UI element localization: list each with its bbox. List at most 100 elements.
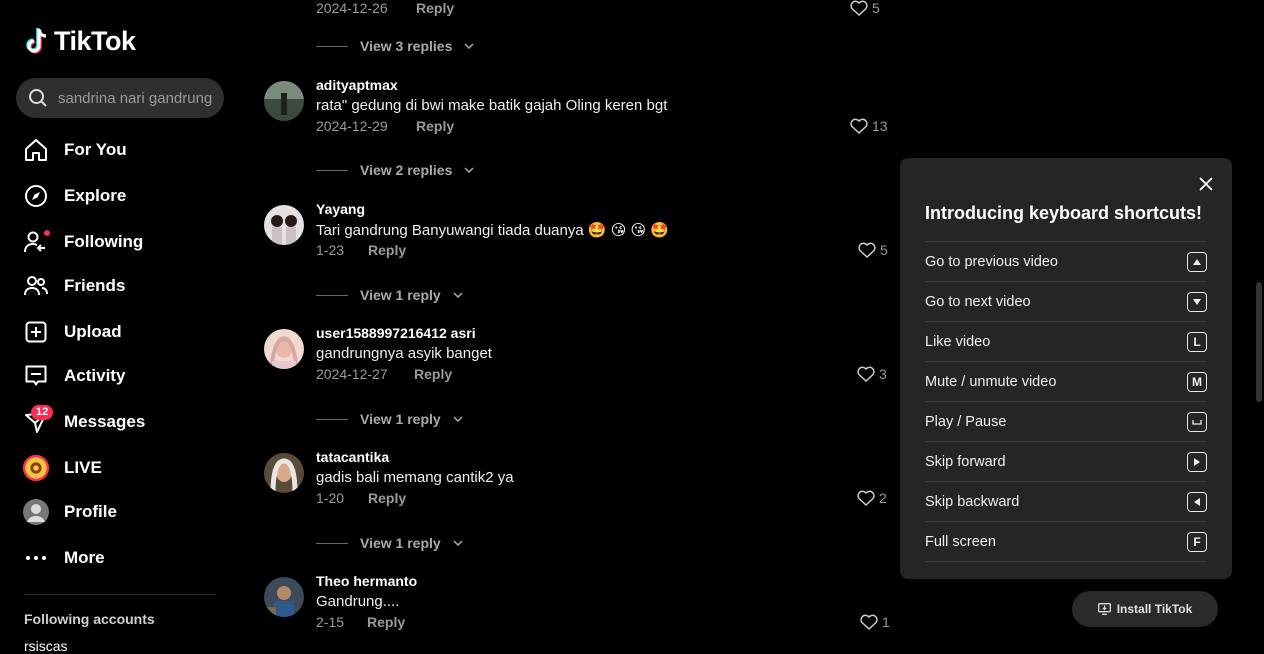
nav-label-explore: Explore [64,186,127,205]
nav-label-friends: Friends [64,276,126,295]
down-arrow-key-icon [1187,292,1207,312]
chevron-down-icon [453,540,463,546]
reply-button[interactable]: Reply [414,366,452,382]
nav-explore[interactable]: Explore [22,178,126,214]
nav-more[interactable]: More [22,540,105,576]
comment-text: Gandrung.... [316,593,400,610]
comment-list: 2024-12-26 Reply 5 View 3 replies aditya… [260,0,900,647]
reply-button[interactable]: Reply [416,118,454,134]
like-button[interactable]: 5 [858,242,888,258]
like-button[interactable]: 5 [850,0,880,16]
messages-icon: 12 [22,405,54,436]
reply-button[interactable]: Reply [368,490,406,506]
install-tiktok-button[interactable]: Install TikTok [1072,591,1218,627]
commenter-username[interactable]: adityaptmax [316,77,398,93]
nav-live[interactable]: LIVE [22,450,102,486]
sidebar: TikTok For You Explore Following Friends [0,0,240,654]
heart-icon [850,0,868,16]
shortcut-label: Go to previous video [925,254,1058,270]
nav-profile[interactable]: Profile [22,494,117,530]
m-key-icon: M [1187,372,1207,392]
space-key-icon [1187,412,1207,432]
commenter-username[interactable]: tatacantika [316,449,389,465]
view-replies-label: View 3 replies [360,38,453,54]
scrollbar[interactable] [1256,282,1262,402]
like-count: 5 [880,242,888,258]
reply-line [316,169,348,171]
view-replies-label: View 2 replies [360,162,453,178]
friends-icon [22,272,50,300]
shortcut-row: Go to previous video [925,241,1207,282]
nav-for-you[interactable]: For You [22,132,127,168]
search-bar[interactable] [16,78,224,118]
messages-badge: 12 [31,405,54,420]
close-icon[interactable] [1197,175,1215,193]
reply-line [316,45,348,47]
nav-label-live: LIVE [64,458,102,477]
reply-button[interactable]: Reply [416,0,454,16]
view-replies-button[interactable]: View 2 replies [316,162,474,178]
notification-dot [44,230,50,236]
commenter-username[interactable]: Theo hermanto [316,573,417,589]
following-account-item[interactable]: rsiscas [24,638,68,654]
commenter-avatar[interactable] [264,453,304,493]
comment-date: 1-20 [316,490,345,506]
heart-icon [850,118,868,134]
view-replies-button[interactable]: View 1 reply [316,287,463,303]
search-input[interactable] [56,88,220,108]
reply-button[interactable]: Reply [367,614,405,630]
chevron-down-icon [453,292,463,298]
install-monitor-icon [1097,603,1111,615]
following-user-icon [22,228,50,256]
shortcut-row: Like video L [925,321,1207,362]
nav-label-messages: Messages [64,412,146,431]
logo-text: TikTok [54,26,136,56]
nav-friends[interactable]: Friends [22,268,125,304]
shortcut-label: Skip backward [925,494,1020,510]
tiktok-logo[interactable]: TikTok [24,26,136,57]
heart-icon [858,242,876,258]
view-replies-button[interactable]: View 3 replies [316,38,474,54]
search-icon [29,89,47,107]
sidebar-divider [24,594,216,595]
activity-icon [22,362,50,390]
live-avatar-icon [22,454,50,482]
shortcut-label: Like video [925,334,991,350]
shortcut-label: Mute / unmute video [925,374,1057,390]
like-button[interactable]: 2 [857,490,887,506]
view-replies-label: View 1 reply [360,411,441,427]
nav-following[interactable]: Following [22,224,143,260]
keyboard-shortcuts-panel: Introducing keyboard shortcuts! Go to pr… [900,158,1232,579]
like-button[interactable]: 3 [857,366,887,382]
shortcut-row: Go to next video [925,281,1207,322]
nav-activity[interactable]: Activity [22,358,125,394]
heart-icon [860,614,878,630]
reply-line [316,294,348,296]
commenter-username[interactable]: user1588997216412 asri [316,325,476,341]
home-icon [22,136,50,164]
commenter-avatar[interactable] [264,81,304,121]
like-button[interactable]: 13 [850,118,888,134]
nav-label-upload: Upload [64,322,122,341]
reply-button[interactable]: Reply [368,242,406,258]
view-replies-button[interactable]: View 1 reply [316,411,463,427]
chevron-down-icon [453,416,463,422]
nav-upload[interactable]: Upload [22,314,122,350]
heart-icon [857,366,875,382]
like-button[interactable]: 1 [860,614,890,630]
commenter-avatar[interactable] [264,205,304,245]
reply-line [316,418,348,420]
view-replies-button[interactable]: View 1 reply [316,535,463,551]
upload-plus-icon [22,318,50,346]
nav-messages[interactable]: 12 Messages [22,404,145,440]
nav-label-profile: Profile [64,502,117,521]
view-replies-label: View 1 reply [360,535,441,551]
nav-label-for-you: For You [64,140,127,159]
like-count: 2 [879,490,887,506]
commenter-avatar[interactable] [264,577,304,617]
commenter-avatar[interactable] [264,329,304,369]
shortcut-row: Full screen F [925,521,1207,562]
f-key-icon: F [1187,532,1207,552]
up-arrow-key-icon [1187,252,1207,272]
commenter-username[interactable]: Yayang [316,201,365,217]
